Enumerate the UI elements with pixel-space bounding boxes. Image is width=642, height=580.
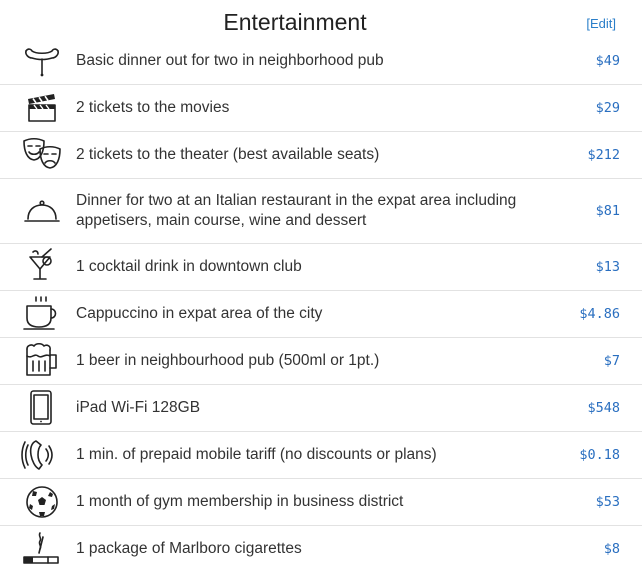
item-price: $212 (587, 147, 620, 163)
list-item: iPad Wi-Fi 128GB $548 (0, 385, 642, 432)
list-item: 1 min. of prepaid mobile tariff (no disc… (0, 432, 642, 479)
item-label: iPad Wi-Fi 128GB (76, 399, 201, 416)
cigarette-icon (20, 529, 64, 569)
beer-mug-icon (20, 341, 64, 381)
sausage-icon (20, 41, 64, 81)
item-label: Dinner for two at an Italian restaurant … (76, 192, 517, 229)
item-label: 1 min. of prepaid mobile tariff (no disc… (76, 446, 437, 463)
clapperboard-icon (20, 88, 64, 128)
list-item: Dinner for two at an Italian restaurant … (0, 179, 642, 244)
list-item: 1 package of Marlboro cigarettes $8 (0, 526, 642, 572)
list-item: 1 month of gym membership in business di… (0, 479, 642, 526)
item-price: $4.86 (579, 306, 620, 322)
theater-masks-icon (20, 135, 64, 175)
price-list: Basic dinner out for two in neighborhood… (0, 38, 642, 572)
item-label: 2 tickets to the theater (best available… (76, 146, 380, 163)
item-label: Basic dinner out for two in neighborhood… (76, 52, 384, 69)
edit-link[interactable]: [Edit] (586, 16, 616, 31)
item-label: Cappuccino in expat area of the city (76, 305, 323, 322)
item-label: 1 month of gym membership in business di… (76, 493, 404, 510)
list-item: 2 tickets to the movies $29 (0, 85, 642, 132)
item-price: $548 (587, 400, 620, 416)
item-label: 2 tickets to the movies (76, 99, 230, 116)
item-price: $13 (595, 259, 620, 275)
item-price: $49 (595, 53, 620, 69)
phone-icon (20, 435, 64, 475)
item-price: $53 (595, 494, 620, 510)
item-label: 1 beer in neighbourhood pub (500ml or 1p… (76, 352, 380, 369)
item-price: $0.18 (579, 447, 620, 463)
cloche-icon (20, 191, 64, 231)
section-title: Entertainment (223, 9, 367, 35)
list-item: 1 beer in neighbourhood pub (500ml or 1p… (0, 338, 642, 385)
list-item: Basic dinner out for two in neighborhood… (0, 38, 642, 85)
list-item: Cappuccino in expat area of the city $4.… (0, 291, 642, 338)
soccer-ball-icon (20, 482, 64, 522)
item-price: $81 (595, 203, 620, 219)
entertainment-panel: Entertainment [Edit] Basic dinner out fo… (0, 0, 642, 580)
tablet-icon (20, 388, 64, 428)
item-label: 1 package of Marlboro cigarettes (76, 540, 302, 557)
item-price: $29 (595, 100, 620, 116)
item-price: $7 (603, 353, 620, 369)
list-item: 1 cocktail drink in downtown club $13 (0, 244, 642, 291)
item-price: $8 (603, 541, 620, 557)
cocktail-icon (20, 247, 64, 287)
coffee-cup-icon (20, 294, 64, 334)
list-item: 2 tickets to the theater (best available… (0, 132, 642, 179)
item-label: 1 cocktail drink in downtown club (76, 258, 302, 275)
